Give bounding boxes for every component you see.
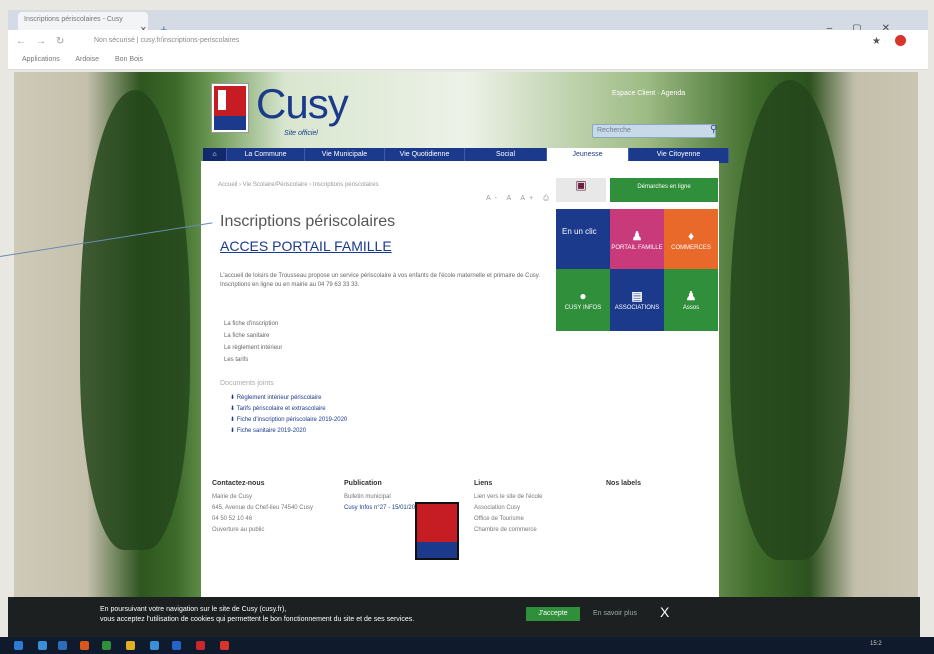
- bookmark-item[interactable]: Applications: [22, 56, 60, 63]
- bookmarks-bar: Applications Ardoise Bon Bois: [8, 54, 928, 70]
- list-item[interactable]: Le règlement intérieur: [224, 342, 282, 354]
- site-subtitle: Site officiel: [284, 130, 318, 137]
- taskbar-app-icon[interactable]: [58, 641, 67, 650]
- file-link[interactable]: ⬇ Fiche d'inscription périscolaire 2019-…: [230, 415, 347, 426]
- associations-tile[interactable]: ▤ ASSOCIATIONS: [610, 269, 664, 331]
- quick-tiles: ▣ Démarches en ligne En un clic ♟ PORTAIL…: [556, 178, 718, 333]
- site-title[interactable]: Cusy: [256, 80, 349, 128]
- footer-heading: Contactez-nous: [212, 480, 265, 487]
- footer-heading: Liens: [474, 480, 493, 487]
- footer: Contactez-nous Mairie de Cusy 645, Avenu…: [212, 480, 717, 600]
- footer-text: Mairie de Cusy: [212, 494, 253, 500]
- taskbar: 15:2: [0, 637, 934, 654]
- cusy-infos-tile[interactable]: ● CUSY INFOS: [556, 269, 610, 331]
- assos-tile[interactable]: ♟ Assos: [664, 269, 718, 331]
- page-title: Inscriptions périscolaires: [220, 213, 396, 230]
- clock: 15:2: [870, 641, 882, 647]
- cookie-text: vous acceptez l'utilisation de cookies q…: [100, 616, 415, 623]
- bookmark-item[interactable]: Bon Bois: [115, 56, 143, 63]
- docs-heading: Documents joints: [220, 380, 274, 387]
- taskbar-app-icon[interactable]: [220, 641, 229, 650]
- back-icon[interactable]: ←: [16, 36, 26, 47]
- footer-text[interactable]: Ouverture au public: [212, 526, 322, 534]
- file-list: ⬇ Règlement intérieur périscolaire ⬇ Tar…: [230, 393, 347, 437]
- file-link[interactable]: ⬇ Fiche sanitaire 2019-2020: [230, 426, 347, 437]
- bookmark-item[interactable]: Ardoise: [75, 56, 99, 63]
- search-input[interactable]: Recherche: [592, 124, 716, 138]
- book-icon[interactable]: ▣: [556, 178, 606, 202]
- crest-image: [415, 502, 459, 560]
- list-item[interactable]: Les tarifs: [224, 354, 282, 366]
- profile-avatar[interactable]: [895, 35, 906, 46]
- footer-link[interactable]: Chambre de commerce: [474, 526, 584, 534]
- footer-text: Bulletin municipal: [344, 494, 391, 500]
- taskbar-app-icon[interactable]: [80, 641, 89, 650]
- commerces-tile[interactable]: ♦ COMMERCES: [664, 209, 718, 269]
- site-logo[interactable]: [212, 84, 248, 132]
- learn-more-link[interactable]: En savoir plus: [593, 610, 637, 617]
- footer-link[interactable]: Lien vers le site de l'école: [474, 493, 584, 501]
- search-icon[interactable]: ⚲: [710, 124, 717, 135]
- file-link[interactable]: ⬇ Règlement intérieur périscolaire: [230, 393, 347, 404]
- footer-link[interactable]: Office de Tourisme: [474, 515, 584, 523]
- tree-right: [730, 80, 850, 560]
- taskbar-app-icon[interactable]: [196, 641, 205, 650]
- footer-heading: Publication: [344, 480, 382, 487]
- taskbar-app-icon[interactable]: [102, 641, 111, 650]
- browser-tabbar: Inscriptions périscolaires - Cusy ✕ + –▢…: [8, 10, 928, 37]
- accept-button[interactable]: J'accepte: [526, 607, 580, 621]
- file-link[interactable]: ⬇ Tarifs périscolaire et extrascolaire: [230, 404, 347, 415]
- taskbar-app-icon[interactable]: [172, 641, 181, 650]
- tree-left: [80, 90, 190, 550]
- close-icon[interactable]: X: [660, 604, 669, 620]
- en-un-clic-tile: En un clic: [556, 209, 610, 269]
- footer-text: 645, Avenue du Chef-lieu 74540 Cusy: [212, 505, 313, 511]
- taskbar-app-icon[interactable]: [150, 641, 159, 650]
- footer-link[interactable]: Association Cusy: [474, 504, 584, 512]
- footer-heading: Nos labels: [606, 480, 642, 487]
- list-item[interactable]: La fiche sanitaire: [224, 330, 282, 342]
- portail-famille-link[interactable]: ACCES PORTAIL FAMILLE: [220, 238, 392, 254]
- star-icon[interactable]: ★: [872, 36, 881, 47]
- intro-text: L'accueil de loisirs de Trousseau propos…: [220, 273, 541, 288]
- taskbar-app-icon[interactable]: [126, 641, 135, 650]
- start-icon[interactable]: [14, 641, 23, 650]
- account-links[interactable]: Espace Client · Agenda: [612, 90, 685, 97]
- doc-list: La fiche d'inscription La fiche sanitair…: [224, 318, 282, 366]
- taskbar-app-icon[interactable]: [38, 641, 47, 650]
- list-item[interactable]: La fiche d'inscription: [224, 318, 282, 330]
- reload-icon[interactable]: ↻: [56, 36, 64, 47]
- cookie-banner: En poursuivant votre navigation sur le s…: [8, 597, 920, 637]
- breadcrumb[interactable]: Accueil › Vie Scolaire/Périscolaire › In…: [218, 182, 379, 188]
- tab-active[interactable]: Inscriptions périscolaires - Cusy: [18, 12, 148, 30]
- portail-tile[interactable]: ♟ PORTAIL FAMILLE: [610, 209, 664, 269]
- cookie-text: En poursuivant votre navigation sur le s…: [100, 606, 287, 613]
- demarches-tile[interactable]: Démarches en ligne: [610, 178, 718, 202]
- url-input[interactable]: Non sécurisé | cusy.fr/inscriptions-peri…: [92, 35, 852, 49]
- footer-text: 04 50 52 10 46: [212, 516, 253, 522]
- forward-icon[interactable]: →: [36, 36, 46, 47]
